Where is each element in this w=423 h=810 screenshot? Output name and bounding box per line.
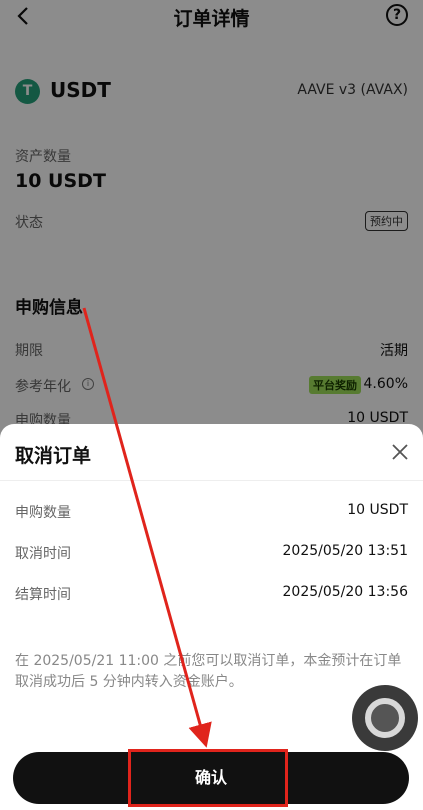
annotation-highlight-box: [128, 749, 288, 807]
divider: [0, 480, 423, 481]
ring-icon: [365, 698, 405, 738]
floating-assistive-button[interactable]: [352, 685, 418, 751]
row-label: 取消时间: [15, 546, 71, 562]
close-icon[interactable]: [389, 441, 411, 463]
row-value: 2025/05/20 13:56: [282, 584, 409, 600]
row-label: 申购数量: [15, 505, 71, 521]
cancel-note: 在 2025/05/21 11:00 之前您可以取消订单，本金预计在订单取消成功…: [15, 653, 402, 690]
sheet-title: 取消订单: [15, 445, 92, 467]
row-label: 结算时间: [15, 587, 71, 603]
row-value: 10 USDT: [347, 502, 408, 518]
row-value: 2025/05/20 13:51: [282, 543, 409, 559]
